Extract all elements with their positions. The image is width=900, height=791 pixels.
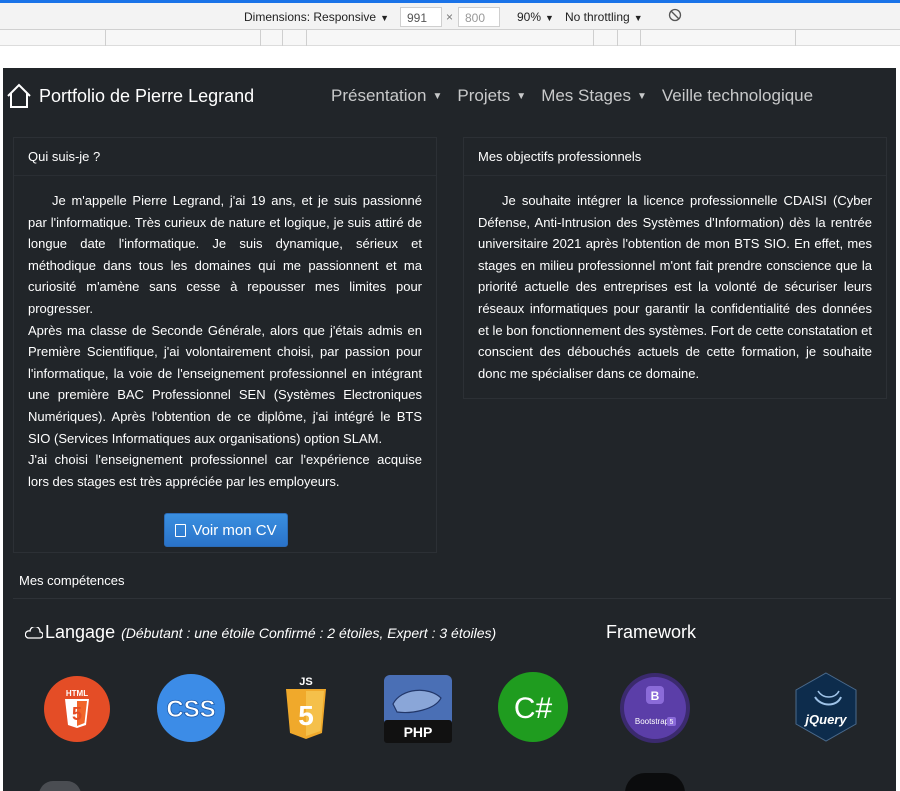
js-text: JS	[299, 676, 312, 688]
brand-text: Portfolio de Pierre Legrand	[39, 85, 255, 106]
css-logo: CSS	[157, 674, 225, 742]
bootstrap-version: 5	[670, 719, 674, 726]
php-text: PHP	[404, 724, 433, 740]
throttling-dropdown[interactable]: No throttling ▼	[565, 10, 643, 24]
cloud-icon	[25, 626, 43, 639]
navbar-menu: Présentation ▼ Projets ▼ Mes Stages ▼ Veill…	[331, 86, 828, 106]
rotate-icon[interactable]	[668, 8, 682, 25]
about-paragraph: Je m'appelle Pierre Legrand, j'ai 19 ans…	[28, 193, 422, 316]
view-cv-button[interactable]: Voir mon CV	[164, 513, 288, 547]
framework-title: Framework	[606, 622, 697, 642]
languages-heading: Langage (Débutant : une étoile Confirmé …	[25, 622, 496, 643]
jquery-text: jQuery	[803, 712, 847, 727]
chevron-down-icon: ▼	[545, 13, 554, 23]
nav-presentation[interactable]: Présentation ▼	[331, 86, 442, 106]
times-sign: ×	[446, 10, 454, 24]
chevron-down-icon: ▼	[380, 13, 389, 23]
objectives-card: Mes objectifs professionnels Je souhaite…	[463, 137, 887, 399]
about-paragraph: Après ma classe de Seconde Générale, alo…	[28, 322, 422, 446]
devtools-toolbar: Dimensions: Responsive ▼ 991 × 800 90% ▼ N…	[0, 0, 900, 30]
height-input[interactable]: 800	[458, 7, 500, 27]
css-text: CSS	[166, 696, 215, 723]
throttling-label: No throttling	[565, 10, 630, 24]
nav-label: Projets	[457, 86, 511, 105]
zoom-label: 90%	[517, 10, 542, 24]
about-title: Qui suis-je ?	[14, 138, 436, 176]
skills-title: Mes compétences	[19, 573, 125, 588]
about-card: Qui suis-je ? Je m'appelle Pierre Legran…	[13, 137, 437, 553]
partial-logo	[39, 781, 81, 791]
dimensions-label: Dimensions: Responsive	[244, 10, 377, 24]
media-query-ruler	[0, 30, 900, 46]
bootstrap-logo: B Bootstrap 5	[620, 673, 690, 743]
csharp-text: C#	[514, 692, 553, 725]
jquery-logo: jQuery	[795, 672, 857, 742]
caret-down-icon: ▼	[516, 91, 527, 102]
javascript-logo: JS 5	[286, 676, 326, 739]
objectives-title: Mes objectifs professionnels	[464, 138, 886, 176]
caret-down-icon: ▼	[432, 91, 443, 102]
languages-note: (Débutant : une étoile Confirmé : 2 étoi…	[121, 624, 497, 641]
csharp-logo: C#	[498, 672, 568, 742]
navbar-brand[interactable]: Portfolio de Pierre Legrand	[5, 82, 254, 110]
pdf-icon	[175, 523, 187, 537]
about-body: Je m'appelle Pierre Legrand, j'ai 19 ans…	[14, 176, 436, 506]
cv-button-label: Voir mon CV	[192, 521, 277, 539]
html-version: 5	[72, 704, 82, 724]
width-input[interactable]: 991	[400, 7, 442, 27]
dimensions-dropdown[interactable]: Dimensions: Responsive ▼	[244, 10, 389, 24]
nav-veille[interactable]: Veille technologique	[662, 86, 813, 106]
viewport-gap	[0, 46, 900, 68]
js-version: 5	[298, 700, 314, 731]
nav-label: Présentation	[331, 86, 427, 105]
bootstrap-b: B	[651, 689, 660, 703]
html5-logo: HTML 5	[44, 676, 110, 742]
objectives-paragraph: Je souhaite intégrer la licence professi…	[478, 193, 872, 381]
page-viewport: Portfolio de Pierre Legrand Présentation…	[3, 68, 896, 791]
objectives-body: Je souhaite intégrer la licence professi…	[464, 176, 886, 398]
partial-logo	[625, 773, 685, 791]
about-paragraph: J'ai choisi l'enseignement professionnel…	[28, 452, 422, 489]
bootstrap-text: Bootstrap	[635, 717, 670, 726]
nav-mes-stages[interactable]: Mes Stages ▼	[541, 86, 647, 106]
zoom-dropdown[interactable]: 90% ▼	[517, 10, 554, 24]
chevron-down-icon: ▼	[633, 13, 643, 23]
html-text: HTML	[66, 689, 88, 698]
divider	[13, 598, 891, 599]
nav-projets[interactable]: Projets ▼	[457, 86, 526, 106]
languages-title: Langage	[45, 622, 116, 642]
php-logo: PHP	[384, 675, 452, 743]
nav-label: Veille technologique	[661, 86, 814, 105]
caret-down-icon: ▼	[636, 91, 647, 102]
nav-label: Mes Stages	[541, 86, 631, 105]
home-icon	[7, 83, 31, 108]
